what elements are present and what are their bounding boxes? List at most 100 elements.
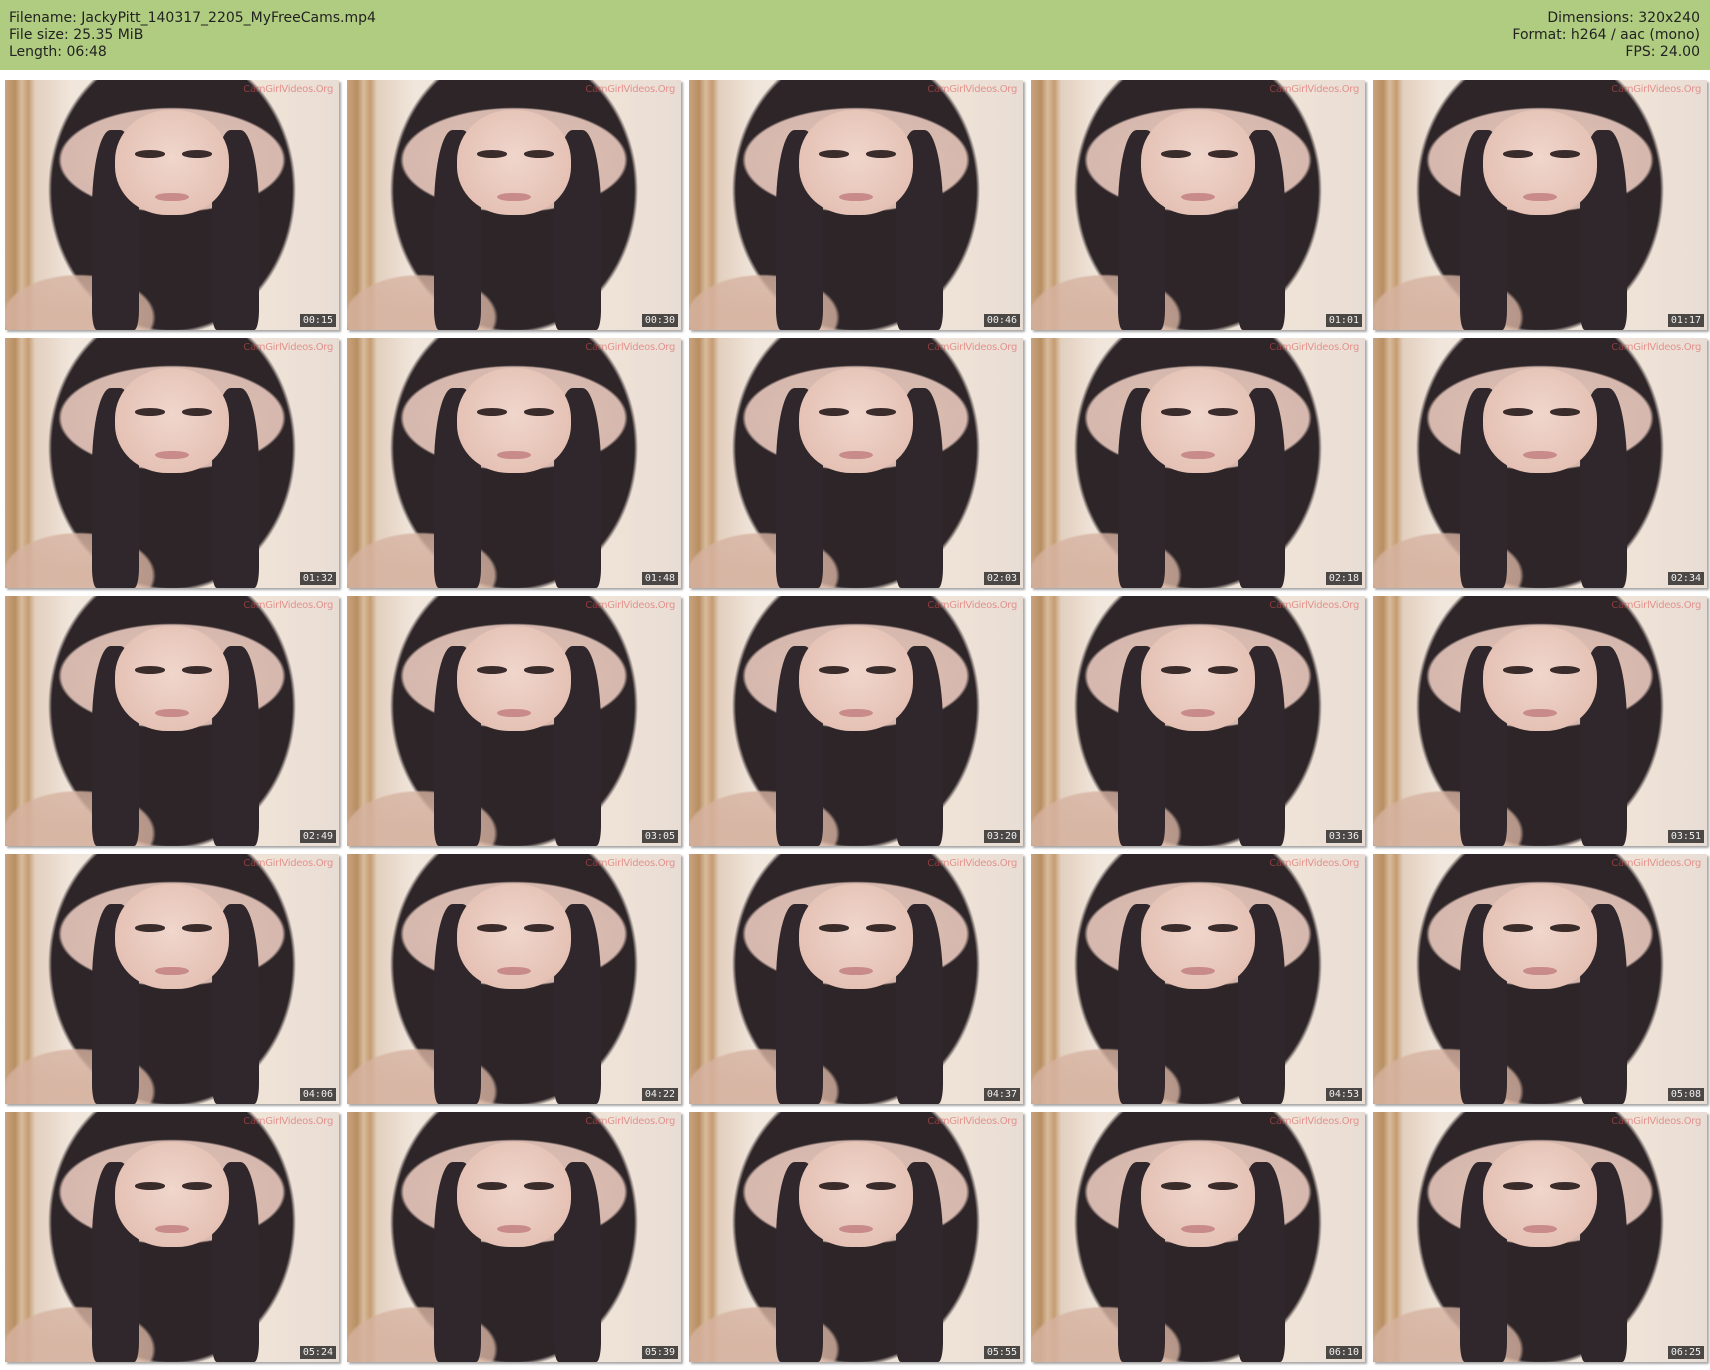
frame-timestamp: 02:34 xyxy=(1667,572,1704,585)
frame-timestamp: 03:05 xyxy=(641,830,678,843)
eye-shape xyxy=(1550,666,1581,674)
frame-timestamp: 04:53 xyxy=(1325,1088,1362,1101)
watermark-text: CamGirlVideos.Org xyxy=(927,342,1017,353)
lips-shape xyxy=(1523,966,1557,976)
watermark-text: CamGirlVideos.Org xyxy=(1269,84,1359,95)
watermark-text: CamGirlVideos.Org xyxy=(927,84,1017,95)
frame-timestamp: 05:39 xyxy=(641,1346,678,1359)
eye-shape xyxy=(1161,150,1192,158)
eye-shape xyxy=(524,1182,555,1190)
eye-shape xyxy=(135,150,166,158)
eye-shape xyxy=(1503,408,1534,416)
watermark-text: CamGirlVideos.Org xyxy=(243,1116,333,1127)
eye-shape xyxy=(524,150,555,158)
info-left: Filename: JackyPitt_140317_2205_MyFreeCa… xyxy=(9,10,376,61)
watermark-text: CamGirlVideos.Org xyxy=(585,84,675,95)
lips-shape xyxy=(839,192,873,202)
lips-shape xyxy=(1523,708,1557,718)
eye-shape xyxy=(866,1182,897,1190)
eye-shape xyxy=(1503,1182,1534,1190)
watermark-text: CamGirlVideos.Org xyxy=(243,858,333,869)
eye-shape xyxy=(1550,924,1581,932)
info-header: Filename: JackyPitt_140317_2205_MyFreeCa… xyxy=(0,0,1710,70)
lips-shape xyxy=(1181,192,1215,202)
frame-timestamp: 03:20 xyxy=(983,830,1020,843)
frame-timestamp: 03:51 xyxy=(1667,830,1704,843)
video-frame-thumbnail: CamGirlVideos.Org 04:53 xyxy=(1031,854,1365,1104)
video-frame-thumbnail: CamGirlVideos.Org 05:08 xyxy=(1373,854,1707,1104)
eye-shape xyxy=(819,150,850,158)
eye-shape xyxy=(866,924,897,932)
frame-timestamp: 06:10 xyxy=(1325,1346,1362,1359)
eye-shape xyxy=(477,150,508,158)
watermark-text: CamGirlVideos.Org xyxy=(927,1116,1017,1127)
video-frame-thumbnail: CamGirlVideos.Org 04:06 xyxy=(5,854,339,1104)
watermark-text: CamGirlVideos.Org xyxy=(243,342,333,353)
frame-timestamp: 04:06 xyxy=(299,1088,336,1101)
eye-shape xyxy=(182,150,213,158)
video-frame-thumbnail: CamGirlVideos.Org 06:25 xyxy=(1373,1112,1707,1362)
watermark-text: CamGirlVideos.Org xyxy=(1269,858,1359,869)
frame-timestamp: 02:49 xyxy=(299,830,336,843)
watermark-text: CamGirlVideos.Org xyxy=(927,858,1017,869)
lips-shape xyxy=(155,966,189,976)
lips-shape xyxy=(497,1224,531,1234)
watermark-text: CamGirlVideos.Org xyxy=(1269,600,1359,611)
video-frame-thumbnail: CamGirlVideos.Org 00:46 xyxy=(689,80,1023,330)
frame-timestamp: 05:08 xyxy=(1667,1088,1704,1101)
frame-timestamp: 02:18 xyxy=(1325,572,1362,585)
eye-shape xyxy=(1161,924,1192,932)
lips-shape xyxy=(839,1224,873,1234)
lips-shape xyxy=(497,708,531,718)
video-frame-thumbnail: CamGirlVideos.Org 06:10 xyxy=(1031,1112,1365,1362)
filesize-text: File size: 25.35 MiB xyxy=(9,27,144,43)
watermark-text: CamGirlVideos.Org xyxy=(585,600,675,611)
watermark-text: CamGirlVideos.Org xyxy=(585,1116,675,1127)
lips-shape xyxy=(497,450,531,460)
eye-shape xyxy=(1550,408,1581,416)
eye-shape xyxy=(1503,150,1534,158)
eye-shape xyxy=(1503,666,1534,674)
watermark-text: CamGirlVideos.Org xyxy=(927,600,1017,611)
eye-shape xyxy=(1161,666,1192,674)
frame-timestamp: 00:46 xyxy=(983,314,1020,327)
eye-shape xyxy=(1161,1182,1192,1190)
filename-text: Filename: JackyPitt_140317_2205_MyFreeCa… xyxy=(9,10,376,26)
eye-shape xyxy=(135,1182,166,1190)
video-frame-thumbnail: CamGirlVideos.Org 03:36 xyxy=(1031,596,1365,846)
eye-shape xyxy=(1208,150,1239,158)
lips-shape xyxy=(839,450,873,460)
info-right: Dimensions: 320x240 Format: h264 / aac (… xyxy=(1512,10,1700,61)
video-frame-thumbnail: CamGirlVideos.Org 00:15 xyxy=(5,80,339,330)
frame-timestamp: 01:48 xyxy=(641,572,678,585)
video-frame-thumbnail: CamGirlVideos.Org 03:51 xyxy=(1373,596,1707,846)
eye-shape xyxy=(1550,1182,1581,1190)
length-text: Length: 06:48 xyxy=(9,44,107,60)
watermark-text: CamGirlVideos.Org xyxy=(1611,84,1701,95)
frame-timestamp: 02:03 xyxy=(983,572,1020,585)
lips-shape xyxy=(155,708,189,718)
lips-shape xyxy=(1523,1224,1557,1234)
lips-shape xyxy=(497,192,531,202)
watermark-text: CamGirlVideos.Org xyxy=(1269,342,1359,353)
video-frame-thumbnail: CamGirlVideos.Org 03:20 xyxy=(689,596,1023,846)
frame-timestamp: 03:36 xyxy=(1325,830,1362,843)
lips-shape xyxy=(839,708,873,718)
fps-text: FPS: 24.00 xyxy=(1625,44,1700,60)
frame-timestamp: 05:24 xyxy=(299,1346,336,1359)
lips-shape xyxy=(1523,450,1557,460)
video-frame-thumbnail: CamGirlVideos.Org 04:22 xyxy=(347,854,681,1104)
lips-shape xyxy=(155,192,189,202)
eye-shape xyxy=(477,666,508,674)
lips-shape xyxy=(1181,1224,1215,1234)
eye-shape xyxy=(819,924,850,932)
video-frame-thumbnail: CamGirlVideos.Org 01:17 xyxy=(1373,80,1707,330)
video-frame-thumbnail: CamGirlVideos.Org 04:37 xyxy=(689,854,1023,1104)
eye-shape xyxy=(1208,666,1239,674)
watermark-text: CamGirlVideos.Org xyxy=(1611,858,1701,869)
lips-shape xyxy=(1181,966,1215,976)
frame-timestamp: 00:15 xyxy=(299,314,336,327)
frame-timestamp: 06:25 xyxy=(1667,1346,1704,1359)
eye-shape xyxy=(819,666,850,674)
eye-shape xyxy=(866,666,897,674)
